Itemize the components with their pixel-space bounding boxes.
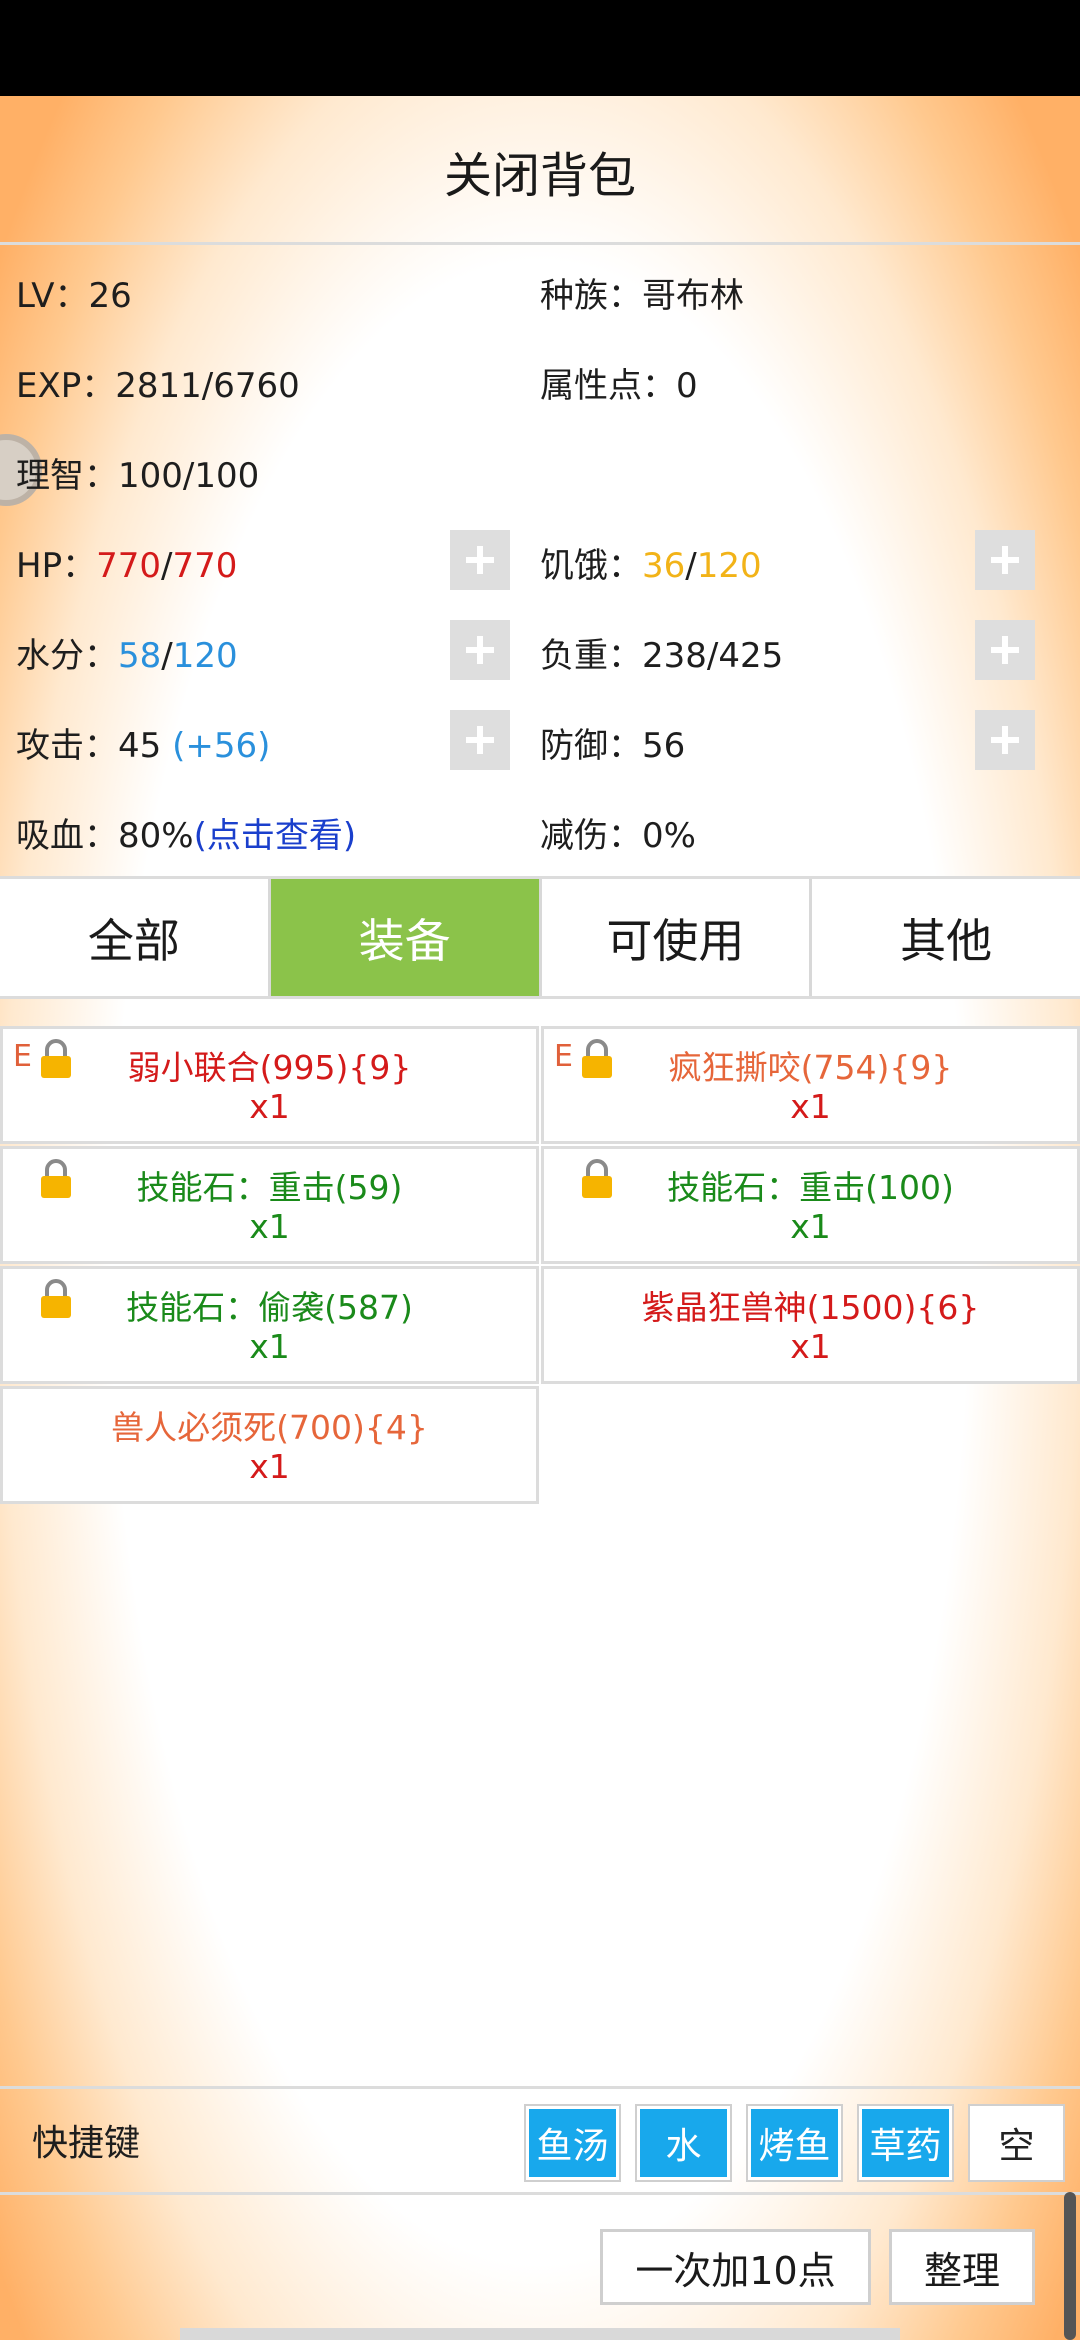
- attack-stat: 攻击：45 (+56): [16, 726, 271, 766]
- race-stat: 种族：哥布林: [540, 276, 744, 316]
- inventory-item[interactable]: 技能石：重击(59) x1: [0, 1146, 539, 1264]
- tab-other[interactable]: 其他: [812, 879, 1080, 996]
- attribute-points-stat: 属性点：0: [540, 366, 698, 406]
- item-name: 弱小联合(995){9}: [127, 1048, 412, 1087]
- hunger-stat: 饥饿：36/120: [540, 546, 762, 586]
- plus-icon: [991, 546, 1019, 574]
- divider: [0, 242, 1080, 245]
- item-quantity: x1: [249, 1207, 290, 1246]
- item-quantity: x1: [790, 1087, 831, 1126]
- tab-usable[interactable]: 可使用: [541, 879, 813, 996]
- shortcut-slot-grilled-fish[interactable]: 烤鱼: [748, 2106, 841, 2180]
- inventory-item[interactable]: 技能石：重击(100) x1: [541, 1146, 1080, 1264]
- plus-icon: [466, 726, 494, 754]
- item-name: 疯狂撕咬(754){9}: [668, 1048, 953, 1087]
- plus-icon: [466, 636, 494, 664]
- backpack-panel: 关闭背包 LV：26 种族：哥布林 EXP：2811/6760 属性点：0 理智…: [0, 96, 1080, 2340]
- add-water-button[interactable]: [450, 620, 510, 680]
- level-stat: LV：26: [16, 276, 132, 316]
- add-attack-button[interactable]: [450, 710, 510, 770]
- add-hunger-button[interactable]: [975, 530, 1035, 590]
- add-hp-button[interactable]: [450, 530, 510, 590]
- exp-stat: EXP：2811/6760: [16, 366, 300, 406]
- inventory-item[interactable]: 紫晶狂兽神(1500){6} x1: [541, 1266, 1080, 1384]
- add-load-button[interactable]: [975, 620, 1035, 680]
- plus-icon: [991, 726, 1019, 754]
- divider: [0, 2192, 1080, 2195]
- sanity-stat: 理智：100/100: [16, 456, 260, 496]
- item-name: 兽人必须死(700){4}: [111, 1408, 428, 1447]
- lifesteal-detail-link[interactable]: (点击查看): [194, 816, 357, 856]
- inventory-item[interactable]: E 弱小联合(995){9} x1: [0, 1026, 539, 1144]
- close-backpack-button[interactable]: 关闭背包: [0, 136, 1080, 206]
- shortcut-label: 快捷键: [32, 2123, 141, 2164]
- shortcut-slot-empty[interactable]: 空: [970, 2106, 1063, 2180]
- plus-icon: [991, 636, 1019, 664]
- tab-all[interactable]: 全部: [0, 879, 271, 996]
- damage-reduction-stat: 减伤：0%: [540, 816, 696, 856]
- status-bar: [0, 0, 1080, 96]
- shortcut-slot-water[interactable]: 水: [637, 2106, 730, 2180]
- add-defense-button[interactable]: [975, 710, 1035, 770]
- bottom-strip: [180, 2328, 900, 2340]
- category-tabs: 全部 装备 可使用 其他: [0, 879, 1080, 996]
- divider: [0, 2086, 1080, 2089]
- water-stat: 水分：58/120: [16, 636, 238, 676]
- add-10-points-button[interactable]: 一次加10点: [600, 2229, 871, 2305]
- inventory-item[interactable]: 兽人必须死(700){4} x1: [0, 1386, 539, 1504]
- scrollbar[interactable]: [1064, 2192, 1076, 2340]
- item-name: 紫晶狂兽神(1500){6}: [641, 1288, 980, 1327]
- item-name: 技能石：偷袭(587): [126, 1288, 413, 1327]
- item-quantity: x1: [790, 1207, 831, 1246]
- sort-button[interactable]: 整理: [889, 2229, 1035, 2305]
- plus-icon: [466, 546, 494, 574]
- tab-equipment[interactable]: 装备: [270, 879, 542, 996]
- item-name: 技能石：重击(100): [667, 1168, 954, 1207]
- item-quantity: x1: [249, 1327, 290, 1366]
- item-name: 技能石：重击(59): [136, 1168, 403, 1207]
- shortcut-slot-herb[interactable]: 草药: [859, 2106, 952, 2180]
- inventory-item[interactable]: E 疯狂撕咬(754){9} x1: [541, 1026, 1080, 1144]
- item-quantity: x1: [249, 1447, 290, 1486]
- hp-stat: HP：770/770: [16, 546, 238, 586]
- item-quantity: x1: [249, 1087, 290, 1126]
- load-stat: 负重：238/425: [540, 636, 784, 676]
- defense-stat: 防御：56: [540, 726, 686, 766]
- lifesteal-stat: 吸血：80%(点击查看): [16, 816, 357, 856]
- item-quantity: x1: [790, 1327, 831, 1366]
- shortcut-slot-fish-soup[interactable]: 鱼汤: [526, 2106, 619, 2180]
- inventory-item[interactable]: 技能石：偷袭(587) x1: [0, 1266, 539, 1384]
- divider: [0, 996, 1080, 999]
